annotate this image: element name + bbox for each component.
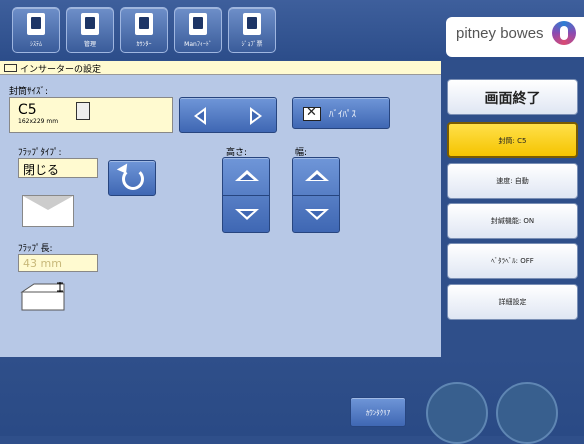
flap-type-value: 閉じる	[23, 163, 60, 177]
rotate-icon	[122, 168, 144, 190]
envelope-size-display: C5 162x229 mm	[9, 97, 173, 133]
manual-feed-button-label: Manﾌｨｰﾄﾞ	[184, 41, 212, 48]
job-ticket-button[interactable]: ｼﾞｮﾌﾞ票	[228, 7, 276, 53]
bypass-button-label: ﾊﾞｲﾊﾟｽ	[329, 110, 357, 120]
system-button-label: ｼｽﾃﾑ	[29, 41, 42, 48]
detail-settings-label: 詳細設定	[498, 298, 527, 306]
arrow-down-icon-inner	[310, 211, 324, 217]
previous-size-button[interactable]	[180, 98, 229, 134]
flap-type-toggle-button[interactable]	[108, 160, 156, 196]
flap-length-label: ﾌﾗｯﾌﾟ長:	[18, 244, 53, 254]
admin-button[interactable]: 管理	[66, 7, 114, 53]
envelope-size-dimensions: 162x229 mm	[18, 118, 59, 125]
counter-button-label: ｶｳﾝﾀｰ	[136, 41, 152, 48]
counter-clear-label: ｶｳﾝﾀｸﾘｱ	[365, 409, 391, 417]
sealing-setting-button[interactable]: 封緘機能: ON	[447, 203, 578, 239]
user-icon	[81, 13, 99, 35]
speed-setting-button[interactable]: 速度: 自動	[447, 163, 578, 199]
job-ticket-icon	[243, 13, 261, 35]
envelope-orientation-icon	[76, 102, 90, 120]
system-icon	[27, 13, 45, 35]
width-stepper	[292, 157, 340, 233]
exit-screen-button[interactable]: 画面終了	[447, 79, 578, 115]
arrow-left-icon-inner	[197, 111, 204, 121]
arrow-up-icon-inner	[310, 174, 324, 180]
arrow-up-icon-inner	[240, 174, 254, 180]
envelope-size-code: C5	[18, 102, 37, 118]
envelope-setting-button[interactable]: 封筒: C5	[447, 122, 578, 158]
label-setting-button[interactable]: ﾍﾞﾀﾗﾍﾞﾙ: OFF	[447, 243, 578, 279]
height-stepper	[222, 157, 270, 233]
bypass-button[interactable]: ﾊﾞｲﾊﾟｽ	[292, 97, 390, 129]
page-title: インサーターの設定	[20, 65, 102, 75]
bottom-bar	[0, 357, 584, 436]
envelope-setting-label: 封筒: C5	[498, 137, 527, 145]
manual-feed-button[interactable]: Manﾌｨｰﾄﾞ	[174, 7, 222, 53]
screen-title-bar: インサーターの設定	[0, 61, 441, 75]
envelope-icon	[4, 64, 17, 72]
counter-icon	[135, 13, 153, 35]
label-setting-label: ﾍﾞﾀﾗﾍﾞﾙ: OFF	[491, 257, 534, 265]
size-selector-arrows	[179, 97, 277, 133]
flap-length-value: 43 mm	[23, 257, 62, 270]
brand-name: pitney bowes	[456, 25, 544, 42]
flap-type-label: ﾌﾗｯﾌﾟﾀｲﾌﾟ:	[18, 148, 62, 158]
envelope-open-flap-illustration	[20, 282, 65, 311]
admin-button-label: 管理	[83, 41, 96, 48]
sealing-setting-label: 封緘機能: ON	[490, 217, 535, 225]
width-increase-button[interactable]	[293, 158, 341, 195]
counter-button[interactable]: ｶｳﾝﾀｰ	[120, 7, 168, 53]
exit-screen-label: 画面終了	[484, 91, 541, 107]
system-button[interactable]: ｼｽﾃﾑ	[12, 7, 60, 53]
start-button[interactable]	[426, 382, 488, 444]
brand-logo: pitney bowes	[446, 17, 584, 57]
arrow-right-icon-inner	[252, 111, 259, 121]
hand-feed-icon	[189, 13, 207, 35]
envelope-closed-illustration	[22, 195, 74, 227]
bypass-envelope-icon	[303, 105, 321, 121]
logo-mark-icon	[552, 21, 576, 45]
flap-length-field: 43 mm	[18, 254, 98, 272]
stop-button[interactable]	[496, 382, 558, 444]
flap-type-field: 閉じる	[18, 158, 98, 178]
arrow-down-icon-inner	[240, 211, 254, 217]
height-increase-button[interactable]	[223, 158, 271, 195]
job-ticket-button-label: ｼﾞｮﾌﾞ票	[241, 41, 263, 48]
detail-settings-button[interactable]: 詳細設定	[447, 284, 578, 320]
counter-clear-button[interactable]: ｶｳﾝﾀｸﾘｱ	[350, 397, 406, 427]
envelope-size-label: 封筒ｻｲｽﾞ:	[9, 87, 49, 97]
speed-setting-label: 速度: 自動	[496, 177, 529, 185]
